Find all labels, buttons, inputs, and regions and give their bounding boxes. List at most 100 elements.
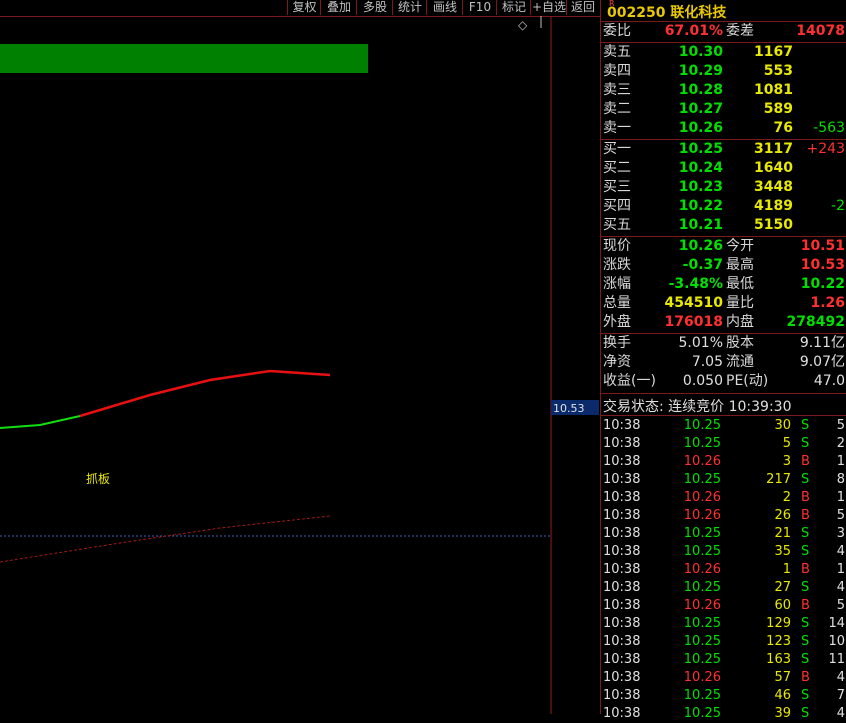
trade-count: 7 <box>836 688 845 703</box>
toolbar-button-4[interactable]: 画线 <box>426 0 463 15</box>
stat-label: 总量 <box>603 295 631 311</box>
trade-side: B <box>801 508 810 523</box>
trade-price: 10.25 <box>683 526 721 541</box>
bid-volume: 1640 <box>754 160 793 176</box>
ma-green-line <box>0 415 81 429</box>
trade-row: 10:38 10.25 163 S 11 <box>601 651 846 669</box>
stock-code-name[interactable]: 002250 联化科技 <box>607 2 726 22</box>
diamond-icon[interactable]: ◇ <box>518 18 528 32</box>
trade-price: 10.25 <box>683 652 721 667</box>
divider <box>601 393 846 394</box>
trade-time: 10:38 <box>603 436 641 451</box>
bid-price: 10.22 <box>678 198 723 214</box>
trade-time: 10:38 <box>603 688 641 703</box>
stat-label: 股本 <box>726 335 754 351</box>
toolbar-button-1[interactable]: 叠加 <box>320 0 357 15</box>
trade-volume: 46 <box>774 688 791 703</box>
trade-side: S <box>801 472 810 487</box>
ask-volume: 589 <box>763 101 793 117</box>
stat-value: 9.07亿 <box>799 354 845 370</box>
trade-count: 2 <box>836 436 845 451</box>
trade-volume: 2 <box>782 490 791 505</box>
bid-volume: 4189 <box>754 198 793 214</box>
trade-price: 10.26 <box>683 670 721 685</box>
ask-price: 10.27 <box>678 101 723 117</box>
trade-time: 10:38 <box>603 652 641 667</box>
stat-value: 9.11亿 <box>799 335 845 351</box>
trade-row: 10:38 10.26 60 B 5 <box>601 597 846 615</box>
trade-time: 10:38 <box>603 508 641 523</box>
trade-price: 10.25 <box>683 436 721 451</box>
bid-label: 买四 <box>603 198 631 214</box>
bid-volume: 3117 <box>754 141 793 157</box>
trade-volume: 30 <box>774 418 791 433</box>
trade-count: 4 <box>836 706 845 721</box>
toolbar-button-5[interactable]: F10 <box>462 0 497 15</box>
trade-side: B <box>801 490 810 505</box>
ask-volume: 1081 <box>754 82 793 98</box>
trade-count: 5 <box>836 418 845 433</box>
quote-panel: R 002250 联化科技 委比 67.01% 委差 14078 卖五 10.30 1167… <box>600 0 846 721</box>
stat-value: -0.37 <box>682 257 723 273</box>
trade-count: 11 <box>828 652 845 667</box>
ask-label: 卖一 <box>603 120 631 136</box>
toolbar-button-2[interactable]: 多股 <box>356 0 393 15</box>
divider <box>601 42 846 43</box>
toolbar-button-3[interactable]: 统计 <box>392 0 427 15</box>
trade-count: 4 <box>836 544 845 559</box>
toolbar-button-0[interactable]: 复权 <box>287 0 321 15</box>
trade-price: 10.25 <box>683 634 721 649</box>
ma-red-line <box>79 369 331 418</box>
trade-count: 5 <box>836 598 845 613</box>
trade-row: 10:38 10.26 2 B 1 <box>601 489 846 507</box>
stat-value: 10.53 <box>800 257 845 273</box>
trade-price: 10.26 <box>683 454 721 469</box>
stat-value: 10.22 <box>800 276 845 292</box>
candlestick-chart[interactable]: 11.6011.5011.4011.3011.2011.1011.0010.90… <box>0 16 600 714</box>
trade-time: 10:38 <box>603 490 641 505</box>
weicha-value: 14078 <box>796 23 845 39</box>
stat-value: 10.51 <box>800 238 845 254</box>
trade-volume: 5 <box>782 436 791 451</box>
bid-change: +243 <box>806 141 845 157</box>
trade-time: 10:38 <box>603 634 641 649</box>
stat-value: 1.26 <box>810 295 845 311</box>
trade-side: S <box>801 580 810 595</box>
stat-value: 5.01% <box>678 335 723 351</box>
trade-side: B <box>801 454 810 469</box>
trade-time: 10:38 <box>603 670 641 685</box>
stat-label: 外盘 <box>603 314 631 330</box>
bid-price: 10.23 <box>678 179 723 195</box>
trade-volume: 123 <box>766 634 791 649</box>
trade-row: 10:38 10.25 21 S 3 <box>601 525 846 543</box>
toolbar-button-8[interactable]: 返回 <box>566 0 599 15</box>
trade-row: 10:38 10.26 3 B 1 <box>601 453 846 471</box>
trade-row: 10:38 10.26 26 B 5 <box>601 507 846 525</box>
ma-long-line <box>0 515 331 563</box>
stat-label: 最高 <box>726 257 754 273</box>
candle-annotation: 抓板 <box>86 472 110 486</box>
trade-volume: 217 <box>766 472 791 487</box>
trade-row: 10:38 10.25 123 S 10 <box>601 633 846 651</box>
trade-time: 10:38 <box>603 544 641 559</box>
chart-toolbar: 复权 叠加 多股 统计 画线 F10 标记 +自选 返回 <box>0 0 600 17</box>
toolbar-button-6[interactable]: 标记 <box>496 0 531 15</box>
weicha-label: 委差 <box>726 23 754 39</box>
bid-price: 10.21 <box>678 217 723 233</box>
stat-label: 今开 <box>726 238 754 254</box>
trade-count: 5 <box>836 508 845 523</box>
toolbar-button-7[interactable]: +自选 <box>530 0 567 15</box>
trade-time: 10:38 <box>603 472 641 487</box>
trade-count: 1 <box>836 562 845 577</box>
ask-price: 10.26 <box>678 120 723 136</box>
trade-time: 10:38 <box>603 580 641 595</box>
trade-volume: 39 <box>774 706 791 721</box>
trade-price: 10.25 <box>683 688 721 703</box>
trade-time: 10:38 <box>603 598 641 613</box>
trade-price: 10.26 <box>683 562 721 577</box>
ask-label: 卖四 <box>603 63 631 79</box>
stat-value: 454510 <box>664 295 723 311</box>
ask-label: 卖三 <box>603 82 631 98</box>
bid-volume: 5150 <box>754 217 793 233</box>
trade-count: 4 <box>836 580 845 595</box>
